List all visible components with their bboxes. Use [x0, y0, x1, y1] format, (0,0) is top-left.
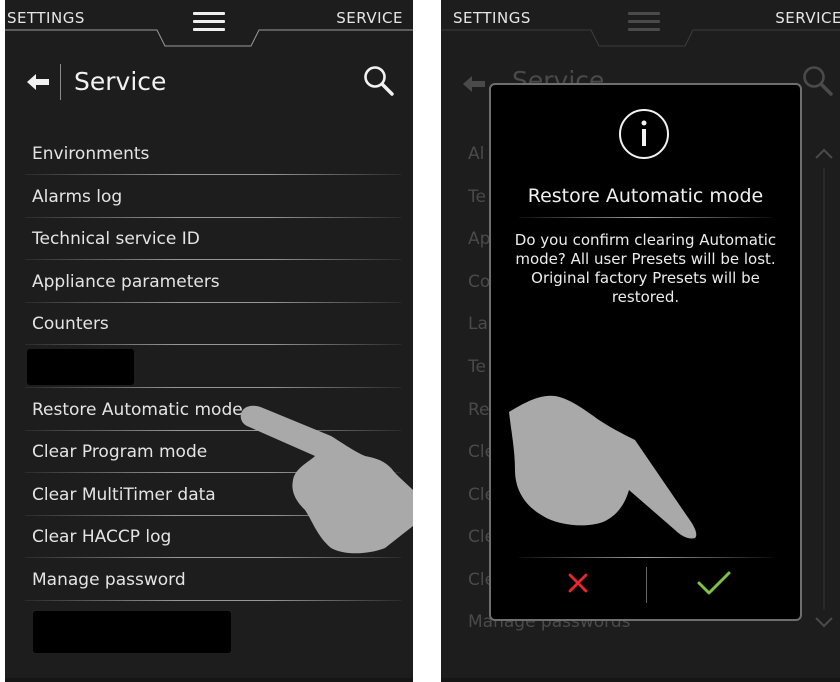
- divider: [25, 259, 401, 260]
- dialog-footer-divider: [519, 557, 772, 558]
- check-icon: [697, 571, 731, 595]
- item-label: Environments: [32, 144, 150, 164]
- divider: [25, 174, 401, 175]
- divider: [25, 600, 401, 601]
- item-label: La: [468, 314, 488, 334]
- header-separator: [60, 64, 61, 100]
- list-item-counters[interactable]: Counters: [5, 303, 413, 345]
- dialog-message: Do you confirm clearing Automatic mode? …: [514, 231, 777, 306]
- menu-icon[interactable]: [193, 12, 225, 34]
- page-title: Service: [74, 67, 167, 96]
- cancel-button[interactable]: [533, 563, 623, 603]
- top-bar: SETTINGS SERVICE: [441, 0, 840, 50]
- button-separator: [646, 567, 647, 603]
- item-label: Clear MultiTimer data: [32, 485, 216, 505]
- top-bar: SETTINGS SERVICE: [5, 0, 413, 50]
- redacted-block: [27, 349, 134, 385]
- scrollbar[interactable]: [811, 140, 837, 640]
- search-icon[interactable]: [362, 64, 396, 98]
- divider: [25, 387, 401, 388]
- list-item-environments[interactable]: Environments: [5, 133, 413, 175]
- scroll-up-icon: [815, 148, 833, 159]
- item-label: Restore Automatic mode: [32, 400, 243, 420]
- item-label: Co: [468, 272, 491, 292]
- search-icon[interactable]: [801, 64, 835, 98]
- item-label: Clear Program mode: [32, 442, 208, 462]
- cross-icon: [568, 573, 588, 593]
- confirm-button[interactable]: [669, 563, 759, 603]
- settings-tab[interactable]: SETTINGS: [7, 9, 85, 27]
- hand-pointer-icon: [509, 395, 697, 539]
- item-label: Counters: [32, 314, 109, 334]
- settings-tab[interactable]: SETTINGS: [453, 9, 531, 27]
- menu-icon[interactable]: [628, 12, 660, 34]
- service-screen-with-dialog: SETTINGS SERVICE Service Al Te Ap Co La …: [441, 0, 840, 682]
- item-label: Appliance parameters: [32, 272, 220, 292]
- back-arrow-icon[interactable]: [461, 74, 487, 94]
- confirm-dialog: Restore Automatic mode Do you confirm cl…: [489, 83, 802, 621]
- dialog-title-divider: [519, 217, 772, 218]
- item-label: Al: [468, 144, 485, 164]
- divider: [25, 344, 401, 345]
- service-tab[interactable]: SERVICE: [336, 9, 403, 27]
- list-item-appliance-parameters[interactable]: Appliance parameters: [5, 261, 413, 303]
- item-label: Alarms log: [32, 187, 123, 207]
- list-item-alarms-log[interactable]: Alarms log: [5, 176, 413, 218]
- item-label: Clear HACCP log: [32, 527, 172, 547]
- item-label: Technical service ID: [32, 229, 200, 249]
- item-label: Te: [468, 357, 486, 377]
- item-label: Te: [468, 187, 486, 207]
- info-icon: [619, 109, 669, 159]
- redacted-block-bottom: [33, 611, 231, 653]
- dialog-title: Restore Automatic mode: [527, 185, 764, 207]
- scroll-down-icon: [815, 617, 833, 628]
- item-label: Re: [468, 400, 490, 420]
- service-screen: SETTINGS SERVICE Service Environments Al…: [5, 0, 413, 682]
- list-item-redacted[interactable]: [5, 346, 413, 388]
- hand-pointer-icon: [240, 405, 413, 554]
- item-label: Manage password: [32, 570, 186, 590]
- item-label: Ap: [468, 229, 491, 249]
- back-arrow-icon[interactable]: [25, 72, 51, 92]
- service-tab[interactable]: SERVICE: [775, 9, 840, 27]
- list-item-technical-service-id[interactable]: Technical service ID: [5, 218, 413, 260]
- list-item-manage-password[interactable]: Manage password: [5, 559, 413, 601]
